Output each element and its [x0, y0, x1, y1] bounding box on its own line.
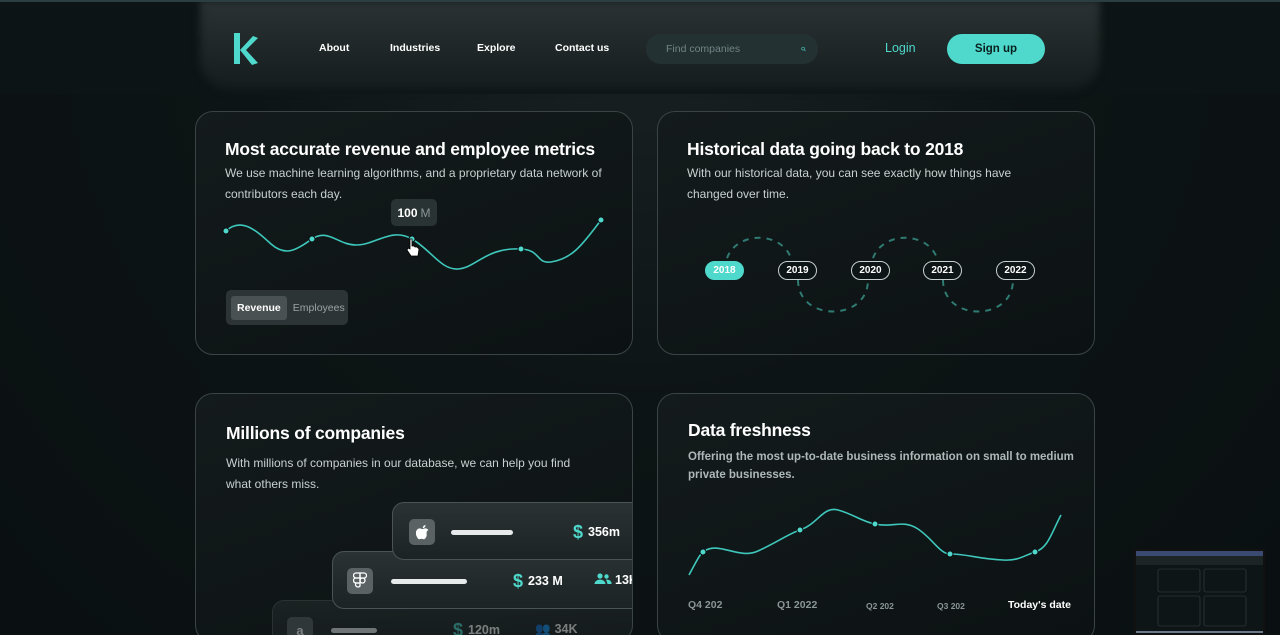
- signup-button[interactable]: Sign up: [947, 34, 1045, 64]
- year-2020[interactable]: 2020: [851, 261, 890, 280]
- year-2019[interactable]: 2019: [778, 261, 817, 280]
- data-point[interactable]: [699, 548, 707, 556]
- dollar-icon: $: [513, 571, 524, 591]
- axis-label: Q1 2022: [777, 599, 818, 611]
- year-2022[interactable]: 2022: [996, 261, 1035, 280]
- tooltip-value: 100: [397, 205, 418, 220]
- axis-label: Q3 202: [937, 601, 965, 611]
- company-name-placeholder: [451, 530, 513, 535]
- nav-about[interactable]: About: [319, 42, 349, 54]
- company-name-placeholder: [391, 579, 467, 584]
- tooltip-unit: M: [420, 205, 431, 220]
- timeline-arc: [797, 279, 869, 313]
- axis-label: Q2 202: [866, 601, 894, 611]
- data-point[interactable]: [308, 235, 316, 243]
- axis-label: Q4 202: [688, 599, 723, 611]
- freshness-series-line: [688, 508, 1062, 576]
- timeline-loops: [724, 236, 1014, 313]
- data-point[interactable]: [1031, 548, 1039, 556]
- data-point[interactable]: [222, 227, 230, 235]
- company-employees: 13K: [594, 573, 632, 587]
- company-name-placeholder: [331, 628, 377, 633]
- search-input[interactable]: [666, 43, 801, 55]
- nav-explore[interactable]: Explore: [477, 42, 516, 54]
- company-revenue: $356m: [573, 522, 620, 542]
- year-2018[interactable]: 2018: [705, 261, 744, 280]
- historical-data-card: Historical data going back to 2018 With …: [657, 111, 1095, 355]
- data-point[interactable]: [871, 520, 879, 528]
- logo-icon[interactable]: [233, 32, 259, 66]
- search-bar: [646, 34, 818, 64]
- data-point[interactable]: [946, 550, 954, 558]
- data-point[interactable]: [796, 526, 804, 534]
- screen-preview-thumbnail[interactable]: [1134, 549, 1265, 635]
- people-icon: 👥: [535, 622, 551, 635]
- dollar-icon: $: [573, 522, 584, 542]
- header: About Industries Explore Contact us Logi…: [0, 0, 1280, 94]
- card-title: Millions of companies: [226, 423, 405, 443]
- figma-icon: [347, 568, 373, 594]
- timeline-arc: [942, 279, 1014, 313]
- preview-image: [1136, 551, 1263, 633]
- company-row[interactable]: $356m: [392, 502, 632, 560]
- toggle-revenue[interactable]: Revenue: [231, 295, 287, 320]
- dollar-icon: $: [453, 620, 464, 635]
- search-icon[interactable]: [801, 42, 806, 56]
- login-link[interactable]: Login: [885, 41, 916, 55]
- axis-label-today: Today's date: [1008, 599, 1071, 611]
- data-freshness-card: Data freshness Offering the most up-to-d…: [657, 393, 1095, 635]
- apple-icon: [409, 519, 435, 545]
- revenue-metrics-card: Most accurate revenue and employee metri…: [195, 111, 633, 355]
- company-revenue: $233 M: [513, 571, 563, 591]
- card-description: With millions of companies in our databa…: [226, 456, 571, 491]
- nav-industries[interactable]: Industries: [390, 42, 440, 54]
- year-2021[interactable]: 2021: [923, 261, 962, 280]
- nav-contact-us[interactable]: Contact us: [555, 42, 609, 54]
- companies-card: Millions of companies With millions of c…: [195, 393, 633, 635]
- data-point[interactable]: [517, 245, 525, 253]
- metric-toggle: Revenue Employees: [226, 290, 348, 325]
- people-icon: [594, 573, 612, 584]
- company-employees: 👥 34K: [535, 622, 578, 635]
- revenue-series-line: [225, 219, 602, 270]
- data-point[interactable]: [597, 216, 605, 224]
- value-tooltip: 100 M: [391, 199, 437, 226]
- amazon-icon: a: [287, 617, 313, 635]
- company-revenue: $120m: [453, 620, 500, 635]
- toggle-employees[interactable]: Employees: [287, 296, 351, 320]
